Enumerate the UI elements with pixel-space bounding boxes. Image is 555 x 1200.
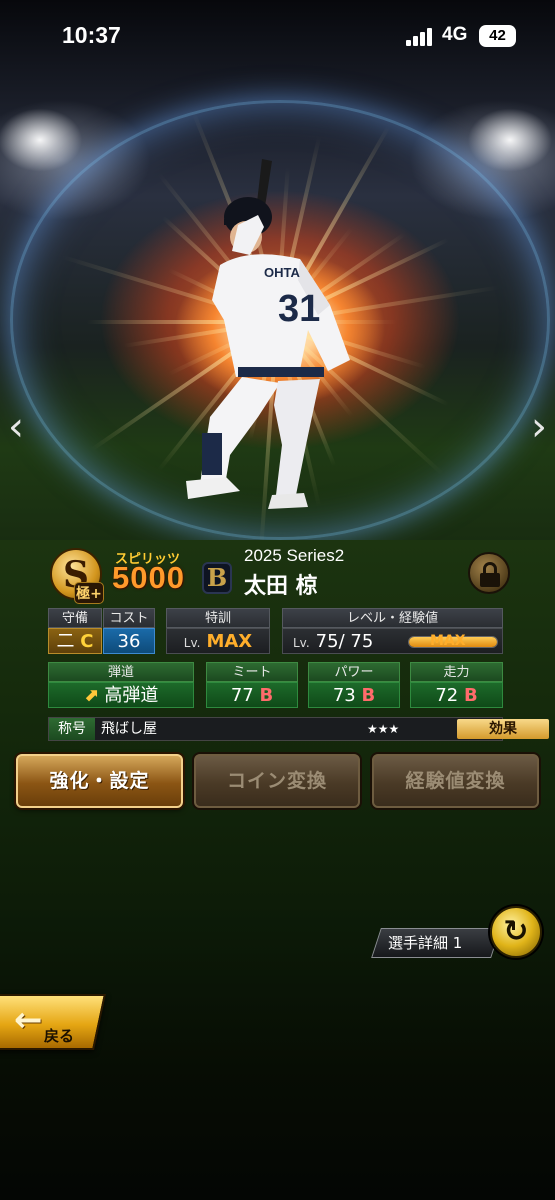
player-hero: OHTA 31 ‹ › [0,0,555,560]
status-bar: 10:37 4G 42 [0,0,555,70]
training-value: Lv. MAX [166,628,270,654]
player-detail-label: 選手詳細 1 [388,934,463,952]
speed-header: 走力 [410,662,503,682]
title-name: 飛ばし屋 [101,721,157,737]
defense-position: 二 [56,631,75,652]
rank-medal: S 極+ [50,548,104,604]
trajectory-header: 弾道 [48,662,194,682]
level-number: 75/ 75 [315,631,374,652]
network-type: 4G [442,24,468,45]
chevron-left-icon[interactable]: ‹ [8,404,24,450]
defense-value: 二 C [48,628,102,654]
swap-button[interactable]: ↻ [490,906,542,958]
cost-header: コスト [103,608,155,628]
speed-grade: B [463,685,478,706]
exp-max: MAX [430,633,466,649]
meet-grade: B [259,685,274,706]
power-value: 73 B [308,682,400,708]
status-time: 10:37 [62,22,121,48]
arrow-up-right-icon: ⬈ [83,685,99,706]
speed-number: 72 [435,685,459,706]
trajectory-text: 高弾道 [104,685,159,706]
team-logo: B [202,562,232,594]
title-row: 称号 飛ばし屋 ★★★ 効果 [48,717,549,741]
player-name: 太田 椋 [244,574,318,599]
uniform-number: 31 [278,288,320,330]
player-image: OHTA 31 [186,159,350,509]
signal-icon [406,28,432,46]
power-grade: B [361,685,376,706]
back-arrow-icon: ← [14,1000,43,1040]
uniform-name: OHTA [264,265,300,280]
level-header: レベル・経験値 [282,608,503,628]
defense-header: 守備 [48,608,102,628]
title-tag: 称号 [49,718,95,740]
meet-value: 77 B [206,682,298,708]
rank-badge: 極+ [74,582,104,604]
effect-button[interactable]: 効果 [457,719,549,739]
training-header: 特訓 [166,608,270,628]
exp-convert-button[interactable]: 経験値変換 [372,754,539,808]
title-stars: ★★★ [367,722,400,736]
cost-value: 36 [103,628,155,654]
power-header: パワー [308,662,400,682]
defense-grade: C [80,631,94,652]
spirits-value: 5000 [112,560,185,595]
chevron-right-icon[interactable]: › [531,404,547,450]
meet-number: 77 [230,685,254,706]
level-lv: Lv. [293,636,310,650]
training-lv: Lv. [183,636,201,650]
speed-value: 72 B [410,682,503,708]
trajectory-value: ⬈ 高弾道 [48,682,194,708]
back-label: 戻る [44,1027,75,1045]
meet-header: ミート [206,662,298,682]
coin-convert-button[interactable]: コイン変換 [194,754,360,808]
swap-icon: ↻ [503,914,529,949]
card-series: 2025 Series2 [244,546,345,565]
power-number: 73 [332,685,356,706]
training-max: MAX [206,631,253,652]
enhance-settings-button[interactable]: 強化・設定 [16,754,183,808]
lock-icon[interactable] [468,552,510,594]
battery-icon: 42 [479,25,516,47]
